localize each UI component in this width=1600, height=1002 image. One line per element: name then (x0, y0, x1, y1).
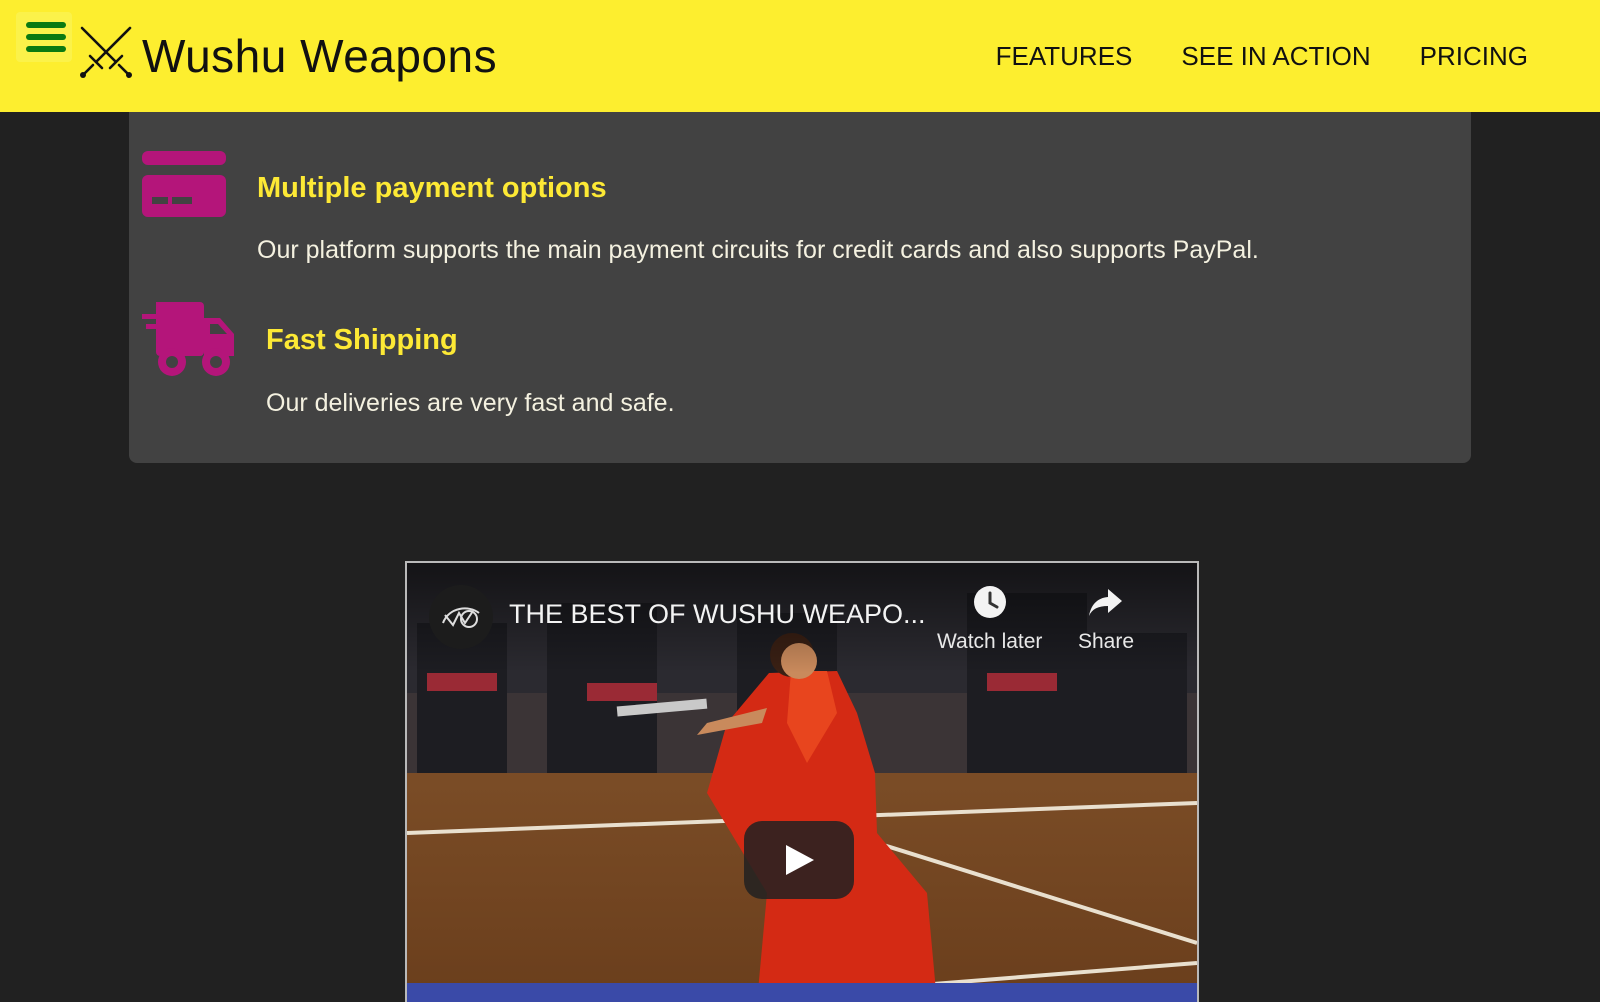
share-icon (1089, 589, 1123, 616)
clock-icon (973, 586, 1006, 618)
brand-name[interactable]: Wushu Weapons (142, 26, 497, 86)
crossed-swords-icon (80, 26, 132, 78)
feature-title-shipping: Fast Shipping (266, 324, 458, 356)
features-card: Multiple payment options Our platform su… (129, 112, 1471, 463)
feature-title-payment: Multiple payment options (257, 172, 607, 204)
play-icon (786, 845, 814, 875)
watch-later-label: Watch later (937, 630, 1043, 653)
menu-icon[interactable] (16, 12, 72, 62)
nav-pricing[interactable]: PRICING (1420, 38, 1528, 74)
nav-features[interactable]: FEATURES (996, 38, 1133, 74)
main-nav: FEATURES SEE IN ACTION PRICING (996, 38, 1528, 74)
feature-text-payment: Our platform supports the main payment c… (257, 236, 1259, 264)
watch-later-button[interactable]: Watch later (937, 585, 1042, 654)
feature-text-shipping: Our deliveries are very fast and safe. (266, 389, 675, 417)
nav-see-in-action[interactable]: SEE IN ACTION (1181, 38, 1370, 74)
shipping-truck-icon (142, 302, 234, 376)
credit-card-icon (142, 151, 226, 217)
video-player[interactable]: THE BEST OF WUSHU WEAPO... Watch later S… (405, 561, 1199, 1002)
site-header: Wushu Weapons FEATURES SEE IN ACTION PRI… (0, 0, 1600, 112)
channel-avatar[interactable] (429, 585, 493, 649)
play-button[interactable] (744, 821, 854, 899)
video-title[interactable]: THE BEST OF WUSHU WEAPO... (509, 599, 926, 630)
channel-logo-icon (442, 607, 480, 628)
share-button[interactable]: Share (1078, 585, 1134, 654)
share-label: Share (1078, 630, 1135, 653)
